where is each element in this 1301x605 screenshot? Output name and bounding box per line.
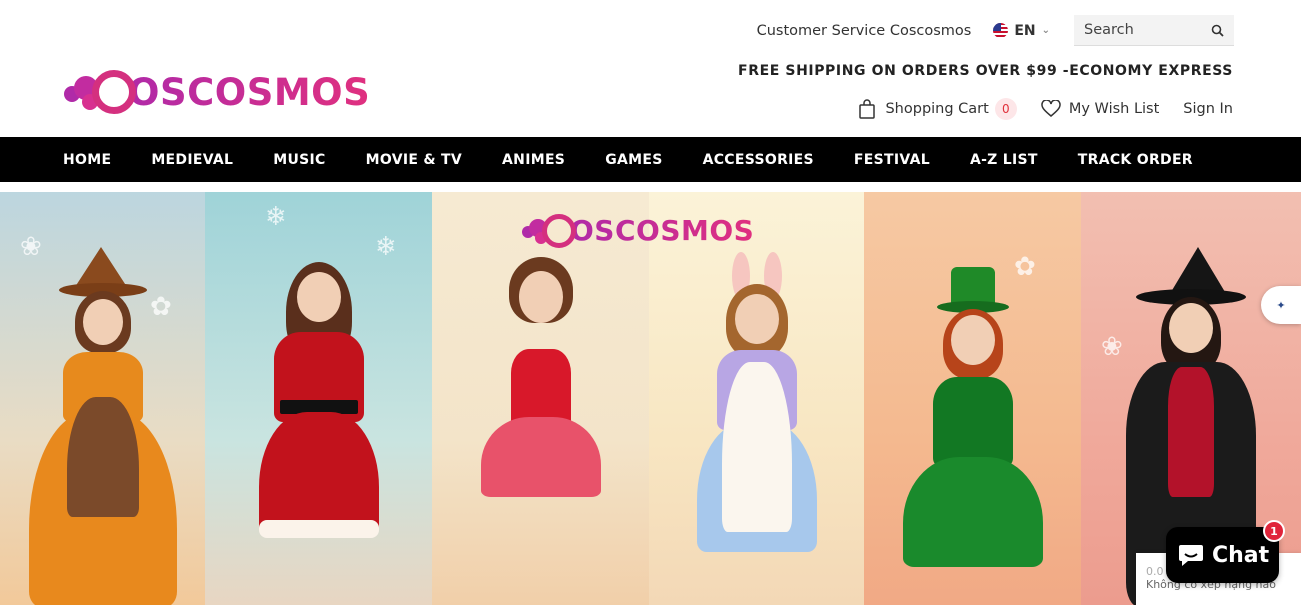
nav-item-home[interactable]: HOME	[63, 152, 111, 168]
hero-panel-st-patrick: ✿	[864, 192, 1081, 605]
hero-logo: OSCOSMOS	[520, 210, 754, 252]
nav-item-track-order[interactable]: TRACK ORDER	[1078, 152, 1193, 168]
top-utility-bar: Customer Service Coscosmos EN ⌄	[757, 15, 1234, 46]
sign-in-link[interactable]: Sign In	[1183, 101, 1233, 117]
costume-model-christmas	[244, 262, 394, 605]
costume-model-valentine	[471, 257, 611, 605]
logo-bubbles-icon	[520, 210, 576, 252]
nav-item-games[interactable]: GAMES	[605, 152, 662, 168]
cart-count-badge: 0	[994, 98, 1017, 120]
search-icon[interactable]	[1211, 24, 1224, 37]
shopping-bag-icon	[859, 99, 876, 119]
nav-item-a-z-list[interactable]: A-Z LIST	[970, 152, 1038, 168]
snowflake-icon: ❄	[265, 202, 287, 232]
shopping-cart-link[interactable]: Shopping Cart 0	[858, 98, 1017, 120]
shopping-cart-label: Shopping Cart	[885, 101, 989, 117]
chevron-down-icon: ⌄	[1041, 25, 1050, 36]
wishlist-label: My Wish List	[1068, 101, 1160, 117]
logo-text: OSCOSMOS	[128, 70, 371, 114]
nav-item-accessories[interactable]: ACCESSORIES	[703, 152, 814, 168]
main-navigation: HOME MEDIEVAL MUSIC MOVIE & TV ANIMES GA…	[0, 137, 1301, 182]
hero-panel-christmas: ❄ ❄	[205, 192, 432, 605]
language-label: EN	[1014, 22, 1036, 39]
search-box	[1074, 15, 1234, 46]
heart-icon	[1041, 100, 1061, 117]
nav-item-music[interactable]: MUSIC	[273, 152, 325, 168]
costume-model-autumn-witch	[23, 247, 183, 605]
site-logo[interactable]: OSCOSMOS	[62, 64, 370, 120]
sparkle-icon: ✦	[1276, 298, 1286, 312]
logo-bubbles-icon	[62, 64, 136, 120]
snowflake-icon: ❄	[375, 232, 397, 262]
hero-panel-easter	[649, 192, 864, 605]
wishlist-link[interactable]: My Wish List	[1041, 100, 1159, 118]
costume-model-easter-bunny	[682, 252, 832, 605]
site-header: OSCOSMOS Customer Service Coscosmos EN ⌄…	[0, 0, 1301, 137]
nav-item-festival[interactable]: FESTIVAL	[854, 152, 930, 168]
chat-notification-badge: 1	[1263, 520, 1285, 542]
hero-panel-valentine	[432, 192, 649, 605]
chat-label: Chat	[1212, 542, 1270, 568]
hero-banner[interactable]: ❀ ✿ ❄ ❄ ✿ ❀ OSCOSMOS	[0, 192, 1301, 605]
account-links: Shopping Cart 0 My Wish List Sign In	[858, 96, 1233, 122]
search-input[interactable]	[1084, 22, 1204, 38]
nav-item-animes[interactable]: ANIMES	[502, 152, 565, 168]
costume-model-st-patrick	[893, 267, 1053, 605]
nav-item-movie-tv[interactable]: MOVIE & TV	[366, 152, 462, 168]
chat-bubble-icon	[1179, 545, 1203, 566]
language-selector[interactable]: EN ⌄	[993, 23, 1050, 39]
hero-logo-text: OSCOSMOS	[570, 214, 755, 247]
us-flag-icon	[993, 23, 1009, 38]
side-widget-tab[interactable]: ✦	[1261, 286, 1301, 324]
nav-item-medieval[interactable]: MEDIEVAL	[151, 152, 233, 168]
customer-service-link[interactable]: Customer Service Coscosmos	[757, 23, 972, 39]
hero-panel-autumn: ❀ ✿	[0, 192, 205, 605]
shipping-promo: FREE SHIPPING ON ORDERS OVER $99 -ECONOM…	[738, 63, 1233, 79]
chat-button[interactable]: Chat	[1166, 527, 1279, 583]
